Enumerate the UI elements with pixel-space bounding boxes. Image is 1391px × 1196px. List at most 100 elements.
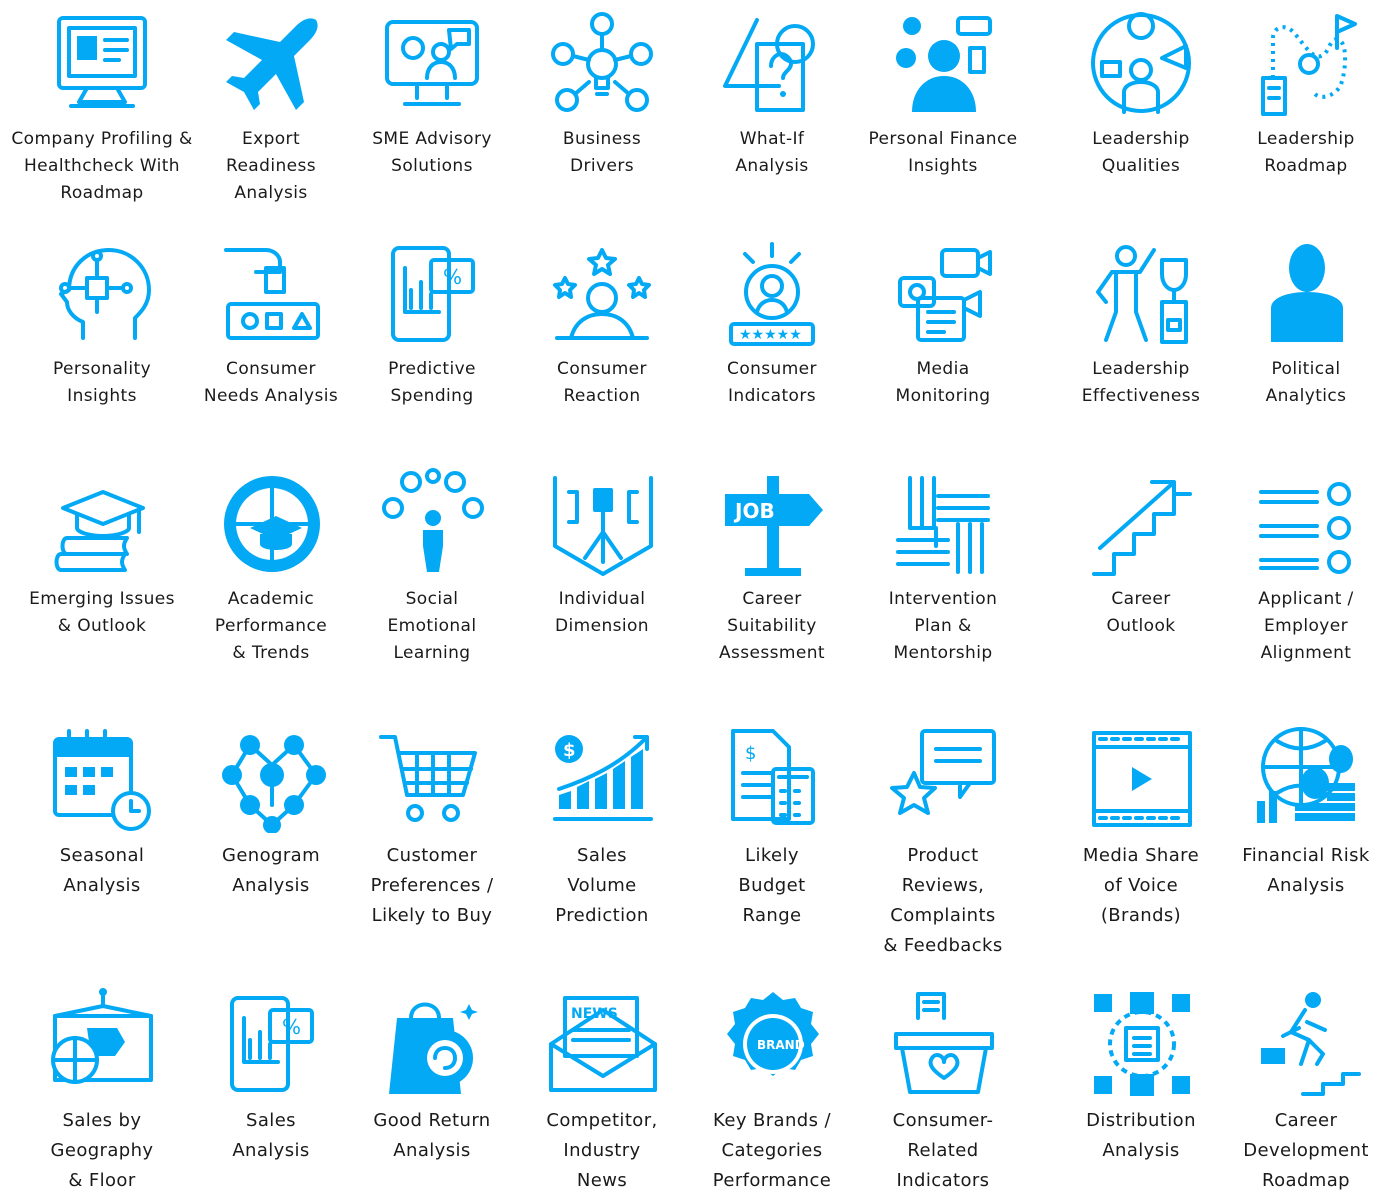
runner-stairs-icon xyxy=(1251,988,1361,1098)
brand-badge-icon: BRAND xyxy=(717,988,827,1098)
service-label: Predictive Spending xyxy=(388,359,476,406)
service-label: Leadership Qualities xyxy=(1092,129,1190,176)
service-tile: SME Advisory Solutions xyxy=(337,8,527,180)
person-emotions-icon xyxy=(377,468,487,578)
service-tile: Consumer- Related Indicators xyxy=(848,988,1038,1196)
media-devices-icon xyxy=(888,238,998,348)
service-label: Consumer- Related Indicators xyxy=(892,1110,994,1191)
service-tile: Consumer Reaction xyxy=(507,238,697,410)
service-label: Individual Dimension xyxy=(555,589,649,636)
service-label: Political Analytics xyxy=(1265,359,1347,406)
svg-text:$: $ xyxy=(745,743,756,764)
service-tile: $ Likely Budget Range xyxy=(677,723,867,931)
service-tile: % Predictive Spending xyxy=(337,238,527,410)
news-envelope-icon: NEWS xyxy=(547,988,657,1098)
service-label: Export Readiness Analysis xyxy=(226,129,316,203)
service-label: Personal Finance Insights xyxy=(868,129,1018,176)
service-tile: ★★★★★ Consumer Indicators xyxy=(677,238,867,410)
budget-calculator-icon: $ xyxy=(717,723,827,833)
computer-dashboard-icon xyxy=(47,8,157,118)
service-label: Academic Performance & Trends xyxy=(214,589,328,663)
individual-shield-icon xyxy=(547,468,657,578)
review-star-icon xyxy=(888,723,998,833)
service-tile: Product Reviews, Complaints & Feedbacks xyxy=(848,723,1038,961)
service-tile: Media Share of Voice (Brands) xyxy=(1046,723,1236,931)
service-label: Career Suitability Assessment xyxy=(719,589,825,663)
service-label: Sales Volume Prediction xyxy=(555,845,649,926)
svg-text:$: $ xyxy=(563,740,576,761)
service-label: Career Outlook xyxy=(1106,589,1176,636)
svg-text:%: % xyxy=(443,265,462,289)
service-tile: JOB Career Suitability Assessment xyxy=(677,468,867,667)
service-label: Personality Insights xyxy=(52,359,152,406)
service-label: Media Share of Voice (Brands) xyxy=(1082,845,1200,926)
head-circuit-icon xyxy=(47,238,157,348)
service-label: Genogram Analysis xyxy=(221,845,321,896)
person-podium-icon xyxy=(1251,238,1361,348)
service-label: Emerging Issues & Outlook xyxy=(29,589,175,636)
service-label: Career Development Roadmap xyxy=(1243,1110,1369,1191)
service-label: Social Emotional Learning xyxy=(387,589,477,663)
service-label: Applicant / Employer Alignment xyxy=(1258,589,1354,663)
video-consult-icon xyxy=(377,8,487,118)
service-label: Business Drivers xyxy=(562,129,642,176)
service-tile: Media Monitoring xyxy=(848,238,1038,410)
service-label: Sales by Geography & Floor xyxy=(50,1110,154,1191)
service-tile: Customer Preferences / Likely to Buy xyxy=(337,723,527,931)
network-nodes-icon xyxy=(216,723,326,833)
service-tile: Personality Insights xyxy=(7,238,197,410)
leader-globe-icon xyxy=(1086,8,1196,118)
service-label: Intervention Plan & Mentorship xyxy=(888,589,998,663)
service-label: Consumer Indicators xyxy=(727,359,817,406)
svg-text:NEWS: NEWS xyxy=(571,1006,618,1022)
person-rating-icon: ★★★★★ xyxy=(717,238,827,348)
service-tile: NEWS Competitor, Industry News xyxy=(507,988,697,1196)
person-money-icon xyxy=(888,8,998,118)
service-label: Product Reviews, Complaints & Feedbacks xyxy=(883,845,1003,956)
service-label: Leadership Effectiveness xyxy=(1081,359,1201,406)
roadmap-path-icon xyxy=(1251,8,1361,118)
service-tile: Financial Risk Analysis xyxy=(1211,723,1391,901)
globe-coins-icon xyxy=(1251,723,1361,833)
basket-heart-icon xyxy=(888,988,998,1098)
service-tile: Seasonal Analysis xyxy=(7,723,197,901)
service-label: Leadership Roadmap xyxy=(1257,129,1355,176)
service-tile: Social Emotional Learning xyxy=(337,468,527,667)
service-label: Good Return Analysis xyxy=(373,1110,491,1161)
service-label: Distribution Analysis xyxy=(1086,1110,1196,1161)
service-tile: Applicant / Employer Alignment xyxy=(1211,468,1391,667)
service-tile: Distribution Analysis xyxy=(1046,988,1236,1166)
service-tile: Career Development Roadmap xyxy=(1211,988,1391,1196)
hands-teamwork-icon xyxy=(888,468,998,578)
shapes-question-icon xyxy=(717,8,827,118)
service-label: Consumer Needs Analysis xyxy=(203,359,339,406)
service-tile: Leadership Roadmap xyxy=(1211,8,1391,180)
service-label: Sales Analysis xyxy=(232,1110,310,1161)
service-label: SME Advisory Solutions xyxy=(372,129,492,176)
svg-text:JOB: JOB xyxy=(733,499,775,523)
svg-text:BRAND: BRAND xyxy=(757,1038,805,1052)
distribution-boxes-icon xyxy=(1086,988,1196,1098)
service-tile: Career Outlook xyxy=(1046,468,1236,640)
service-tile: Emerging Issues & Outlook xyxy=(7,468,197,640)
service-tile: Company Profiling & Healthcheck With Roa… xyxy=(7,8,197,207)
service-label: Financial Risk Analysis xyxy=(1242,845,1370,896)
person-stars-icon xyxy=(547,238,657,348)
service-tile: What-If Analysis xyxy=(677,8,867,180)
hand-shape-sorter-icon xyxy=(216,238,326,348)
job-sign-icon: JOB xyxy=(717,468,827,578)
service-tile: BRAND Key Brands / Categories Performance xyxy=(677,988,867,1196)
shopping-cart-icon xyxy=(377,723,487,833)
service-tile: Political Analytics xyxy=(1211,238,1391,410)
service-tile: Sales by Geography & Floor xyxy=(7,988,197,1196)
airplane-icon xyxy=(216,8,326,118)
service-label: Seasonal Analysis xyxy=(59,845,145,896)
service-label: Media Monitoring xyxy=(895,359,991,406)
leader-trophy-icon xyxy=(1086,238,1196,348)
books-graduation-icon xyxy=(47,468,157,578)
service-label: Customer Preferences / Likely to Buy xyxy=(370,845,494,926)
checklist-icon xyxy=(1251,468,1361,578)
service-label: Key Brands / Categories Performance xyxy=(712,1110,832,1191)
service-label: Consumer Reaction xyxy=(557,359,647,406)
lightbulb-network-icon xyxy=(547,8,657,118)
